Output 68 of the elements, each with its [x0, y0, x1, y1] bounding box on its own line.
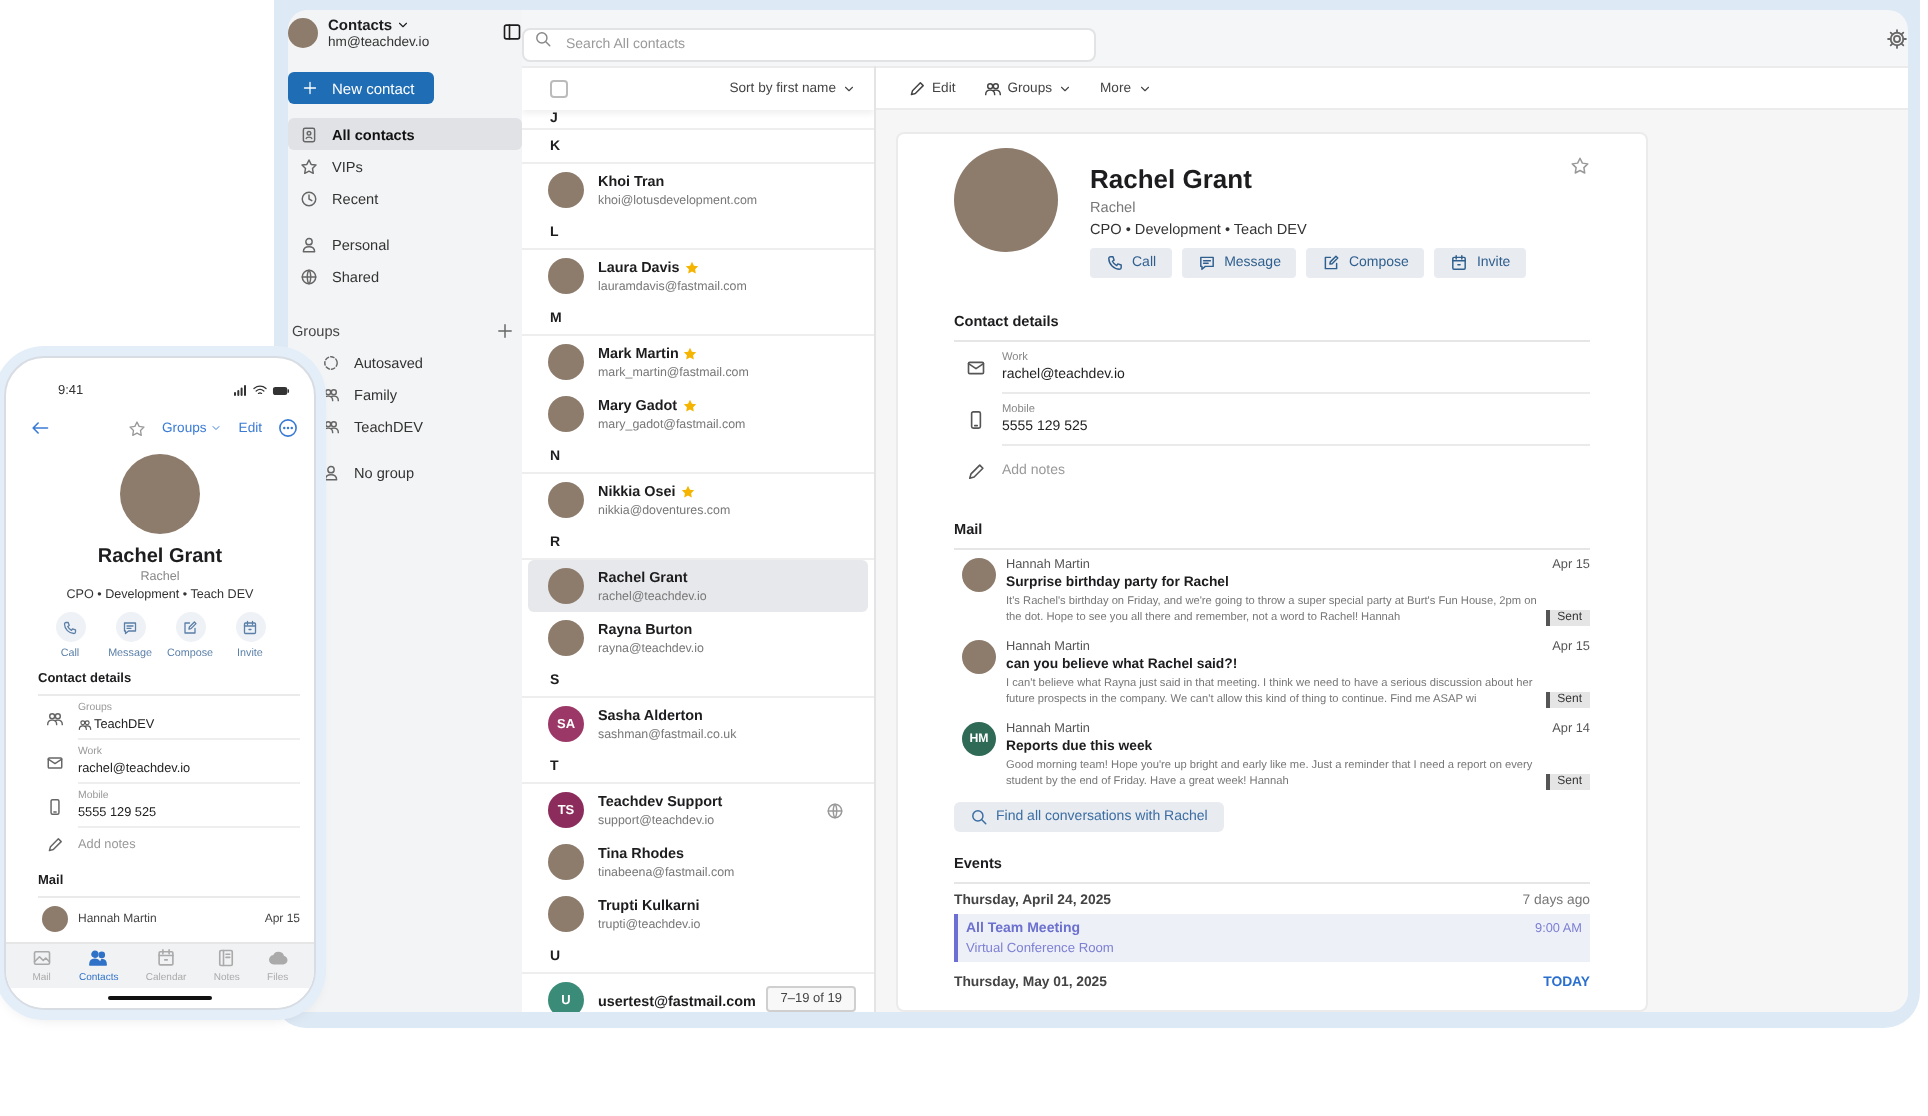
sidebar-toggle-icon[interactable] [502, 22, 522, 42]
people-icon [78, 718, 92, 732]
globe-icon [300, 267, 318, 285]
person-icon [300, 235, 318, 253]
chevron-down-icon [1058, 81, 1073, 95]
avatar-photo [548, 482, 584, 518]
signal-icon [232, 381, 248, 397]
people-icon [322, 417, 340, 435]
wifi-icon [252, 381, 268, 397]
select-all-checkbox[interactable] [550, 80, 568, 98]
avatar-photo [42, 906, 68, 932]
message-icon [122, 619, 138, 635]
plus-icon[interactable] [496, 321, 514, 339]
avatar-photo [954, 148, 1058, 252]
compose-icon [182, 619, 198, 635]
pencil-icon [46, 836, 64, 854]
avatar-photo [548, 844, 584, 880]
calendar-icon [156, 948, 177, 968]
chevron-down-icon [842, 82, 856, 96]
cloud-icon [267, 948, 288, 968]
chevron-down-icon [210, 422, 223, 434]
person-icon [322, 463, 340, 481]
clock-icon [300, 189, 318, 207]
calendar-icon [1450, 254, 1469, 272]
search-icon [970, 808, 988, 826]
settings-icon[interactable] [1886, 27, 1908, 49]
avatar-photo [548, 896, 584, 932]
avatar-photo [120, 454, 200, 534]
plus-icon [302, 80, 318, 96]
star-icon [300, 157, 318, 175]
contact-name: Rachel Grant [97, 546, 223, 568]
phone-icon [1106, 254, 1124, 272]
star-icon[interactable] [127, 419, 146, 437]
compose-icon [1322, 254, 1341, 272]
contact-name: Rachel Grant [1090, 164, 1254, 194]
back-icon[interactable] [30, 418, 50, 438]
phone-icon [62, 619, 78, 635]
avatar-photo [962, 640, 996, 674]
people-icon [88, 948, 109, 968]
search-icon [534, 29, 552, 47]
dashed-circle-icon [322, 353, 340, 371]
star-icon[interactable] [1570, 156, 1590, 176]
notes-icon [216, 948, 237, 968]
envelope-icon [966, 358, 986, 378]
chevron-down-icon[interactable] [396, 17, 411, 31]
home-indicator [108, 995, 212, 1001]
avatar-photo [548, 344, 584, 380]
mobile-phone-icon [966, 410, 986, 430]
people-icon [983, 79, 1002, 97]
account-avatar[interactable] [288, 17, 318, 47]
pencil-icon [908, 79, 926, 97]
avatar-photo [548, 258, 584, 294]
avatar-photo [962, 558, 996, 592]
image-icon [31, 948, 52, 968]
contact-card-icon [300, 125, 318, 143]
envelope-icon [46, 753, 64, 771]
avatar-photo [548, 396, 584, 432]
pencil-icon [966, 461, 986, 481]
avatar-photo [548, 620, 584, 656]
chevron-down-icon [1137, 81, 1152, 95]
more-icon[interactable] [278, 418, 298, 438]
people-icon [46, 709, 64, 727]
avatar-photo [548, 172, 584, 208]
mobile-phone-icon [46, 797, 64, 815]
calendar-icon [242, 619, 258, 635]
people-icon [322, 385, 340, 403]
avatar-photo [548, 568, 584, 604]
message-icon [1198, 254, 1217, 272]
